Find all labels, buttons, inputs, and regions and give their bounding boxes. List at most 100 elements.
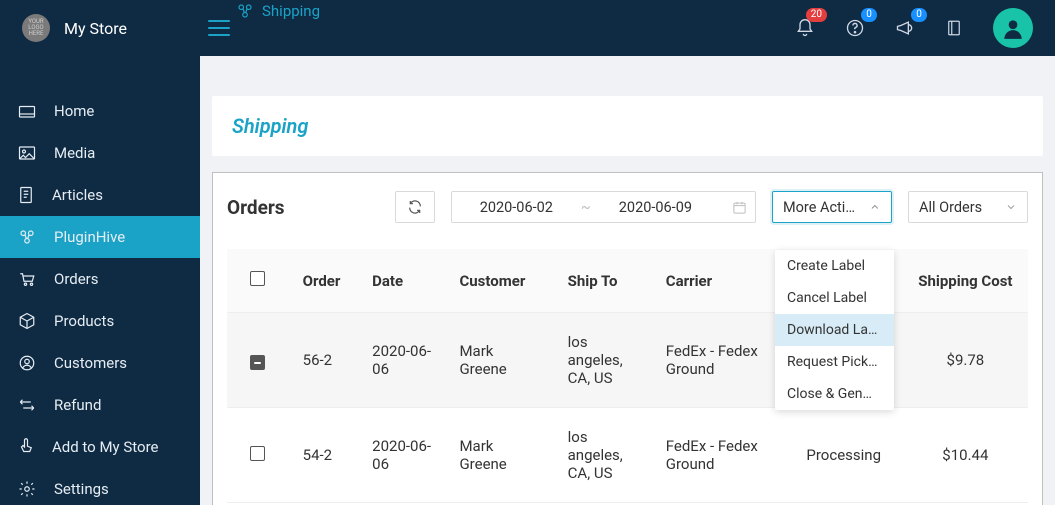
calendar-icon [732,200,747,215]
cell-customer: Mark Greene [445,408,553,503]
cell-date: 2020-06-06 [358,408,445,503]
cell-customer: Mark Greene [445,313,553,408]
date-to: 2020-06-09 [619,199,692,216]
col-customer: Customer [445,249,553,313]
sidebar-item-label: Media [54,144,95,162]
breadcrumb-label: Shipping [262,2,320,20]
cell-ship-to: los angeles, CA, US [554,313,652,408]
sidebar-item-label: Add to My Store [52,438,159,456]
brand-logo-text: YOUR LOGO HERE [28,19,43,37]
date-range-picker[interactable]: 2020-06-02 ~ 2020-06-09 [451,191,756,223]
gear-icon [18,480,36,498]
menu-item-close-generate[interactable]: Close & Gen… [775,378,894,410]
cell-carrier: FedEx - Fedex Ground [652,408,785,503]
sidebar-item-settings[interactable]: Settings [0,468,200,505]
notifications-button[interactable]: 20 [795,18,815,38]
menu-item-create-label[interactable]: Create Label [775,250,894,282]
sidebar-item-orders[interactable]: Orders [0,258,200,300]
orders-card: Orders 2020-06-02 ~ 2020-06-09 More Acti… [212,172,1043,505]
brand-name: My Store [64,19,127,38]
row-checkbox[interactable] [250,446,265,461]
page-title-card: Shipping [212,96,1043,156]
table-row[interactable]: 54-2 2020-06-06 Mark Greene los angeles,… [227,408,1028,503]
date-from: 2020-06-02 [480,199,553,216]
chevron-down-icon [1005,201,1017,213]
row-checkbox[interactable] [250,355,265,370]
cell-status: Processing [785,408,903,503]
cell-cost: $10.44 [903,408,1028,503]
announcements-button[interactable]: 0 [895,18,915,38]
sidebar-item-articles[interactable]: Articles [0,174,200,216]
orders-toolbar: Orders 2020-06-02 ~ 2020-06-09 More Acti… [227,191,1028,223]
cart-icon [18,271,36,287]
cell-carrier: FedEx - Fedex Ground [652,313,785,408]
avatar[interactable] [993,8,1033,48]
sidebar-item-label: Articles [52,186,103,204]
pointer-icon [18,438,34,456]
cell-order: 54-2 [289,408,359,503]
announcements-badge: 0 [911,8,927,22]
cell-date: 2020-06-06 [358,313,445,408]
sidebar-item-label: PluginHive [54,228,125,246]
orders-filter-select[interactable]: All Orders [908,191,1028,223]
breadcrumb[interactable]: Shipping [236,2,320,20]
sidebar-item-customers[interactable]: Customers [0,342,200,384]
orders-filter-label: All Orders [919,199,982,216]
col-date: Date [358,249,445,313]
sidebar-item-label: Customers [54,354,127,372]
table-row[interactable]: 56-2 2020-06-06 Mark Greene los angeles,… [227,313,1028,408]
more-actions-menu: Create Label Cancel Label Download La… R… [775,250,894,410]
col-carrier: Carrier [652,249,785,313]
cell-order: 56-2 [289,313,359,408]
chevron-up-icon [869,201,881,213]
topbar: YOUR LOGO HERE My Store Shipping 20 0 [0,0,1055,56]
docs-button[interactable] [945,18,963,38]
home-icon [18,103,36,119]
help-icon [845,18,865,38]
cell-ship-to: los angeles, CA, US [554,408,652,503]
menu-item-cancel-label[interactable]: Cancel Label [775,282,894,314]
refresh-icon [407,199,423,215]
col-checkbox [227,249,289,313]
sidebar-item-add-to-store[interactable]: Add to My Store [0,426,200,468]
orders-section-title: Orders [227,196,285,219]
col-order: Order [289,249,359,313]
sidebar-item-label: Refund [54,396,101,414]
brand: YOUR LOGO HERE My Store [0,14,200,42]
sidebar-item-label: Settings [54,480,109,498]
cell-cost: $9.78 [903,313,1028,408]
brand-logo: YOUR LOGO HERE [22,14,50,42]
more-actions-label: More Actio… [783,199,861,216]
orders-table: Order Date Customer Ship To Carrier Ship… [227,249,1028,503]
date-separator: ~ [581,199,591,216]
orders-table-head: Order Date Customer Ship To Carrier Ship… [227,249,1028,313]
sidebar-item-home[interactable]: Home [0,90,200,132]
orders-table-body: 56-2 2020-06-06 Mark Greene los angeles,… [227,313,1028,503]
notifications-badge: 20 [806,8,827,22]
page-title: Shipping [232,114,1023,138]
help-badge: 0 [861,8,877,22]
sidebar-item-refund[interactable]: Refund [0,384,200,426]
select-all-checkbox[interactable] [250,271,265,286]
menu-item-download-label[interactable]: Download La… [775,314,894,346]
col-ship-to: Ship To [554,249,652,313]
more-actions-select[interactable]: More Actio… [772,191,892,223]
user-circle-icon [18,354,36,372]
sidebar-item-label: Orders [54,270,99,288]
sidebar-item-products[interactable]: Products [0,300,200,342]
sidebar-item-label: Home [54,102,94,120]
menu-item-request-pickup[interactable]: Request Pick… [775,346,894,378]
refresh-button[interactable] [395,191,435,223]
sidebar-item-pluginhive[interactable]: PluginHive [0,216,200,258]
media-icon [18,145,36,161]
box-icon [18,312,36,330]
help-button[interactable]: 0 [845,18,865,38]
menu-toggle[interactable] [208,20,230,36]
shipping-icon [236,2,254,20]
topbar-right: 20 0 0 [795,8,1055,48]
refund-icon [18,398,36,412]
user-icon [1000,15,1026,41]
col-cost: Shipping Cost [903,249,1028,313]
megaphone-icon [895,18,915,38]
sidebar-item-media[interactable]: Media [0,132,200,174]
